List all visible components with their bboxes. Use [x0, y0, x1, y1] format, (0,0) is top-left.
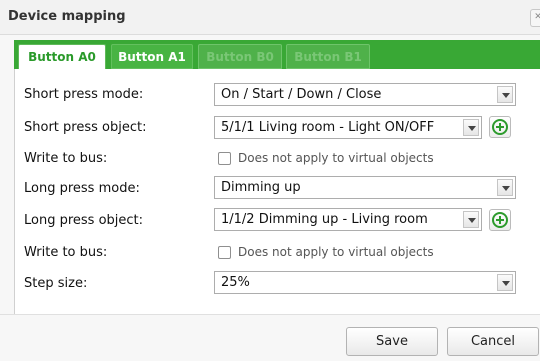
chevron-down-icon[interactable] — [497, 274, 513, 291]
tab-bar: Button A0 Button A1 Button B0 Button B1 — [14, 40, 540, 69]
short-press-mode-select[interactable]: On / Start / Down / Close — [214, 83, 516, 106]
chevron-down-icon[interactable] — [497, 86, 513, 103]
long-press-object-select[interactable]: 1/1/2 Dimming up - Living room — [214, 208, 482, 231]
step-size-value: 25% — [221, 275, 250, 290]
short-press-object-label: Short press object: — [24, 120, 147, 135]
long-press-mode-select[interactable]: Dimming up — [214, 176, 516, 199]
short-press-mode-value: On / Start / Down / Close — [221, 87, 382, 102]
short-press-object-value: 5/1/1 Living room - Light ON/OFF — [221, 120, 435, 135]
dialog-titlebar: Device mapping ✕ — [0, 0, 540, 35]
dialog-title: Device mapping — [8, 9, 126, 24]
plus-circle-icon — [492, 212, 508, 228]
long-press-object-label: Long press object: — [24, 213, 144, 228]
long-press-mode-value: Dimming up — [221, 180, 301, 195]
write-to-bus-checkbox[interactable] — [218, 246, 231, 259]
cancel-button[interactable]: Cancel — [447, 327, 539, 356]
close-icon[interactable]: ✕ — [530, 9, 540, 27]
add-long-press-object-button[interactable] — [489, 209, 511, 231]
write-to-bus-checkbox[interactable] — [218, 152, 231, 165]
long-press-mode-label: Long press mode: — [24, 181, 140, 196]
long-press-object-value: 1/1/2 Dimming up - Living room — [221, 212, 428, 227]
step-size-select[interactable]: 25% — [214, 271, 516, 294]
plus-circle-icon — [492, 119, 508, 135]
write-to-bus-checkbox-label: Does not apply to virtual objects — [238, 151, 434, 165]
add-short-press-object-button[interactable] — [489, 116, 511, 138]
write-to-bus-label: Write to bus: — [24, 151, 108, 166]
tab-button-a1[interactable]: Button A1 — [111, 44, 193, 69]
write-to-bus-label: Write to bus: — [24, 245, 108, 260]
write-to-bus-checkbox-label: Does not apply to virtual objects — [238, 245, 434, 259]
chevron-down-icon[interactable] — [463, 119, 479, 136]
short-press-object-select[interactable]: 5/1/1 Living room - Light ON/OFF — [214, 116, 482, 139]
tab-button-a0[interactable]: Button A0 — [18, 44, 106, 69]
chevron-down-icon[interactable] — [463, 211, 479, 228]
tab-button-b0: Button B0 — [198, 44, 282, 69]
tab-button-b1: Button B1 — [286, 44, 370, 69]
step-size-label: Step size: — [24, 276, 88, 291]
chevron-down-icon[interactable] — [497, 179, 513, 196]
device-mapping-dialog: Device mapping ✕ Button A0 Button A1 But… — [0, 0, 540, 361]
short-press-mode-label: Short press mode: — [24, 87, 144, 102]
save-button[interactable]: Save — [346, 327, 438, 356]
